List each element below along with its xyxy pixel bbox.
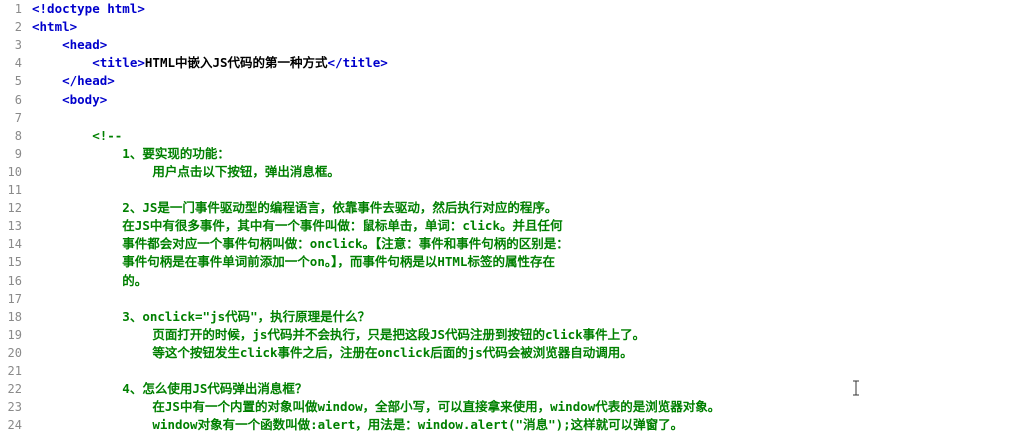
line-number: 19: [7, 327, 22, 342]
html-tag-token: </head>: [32, 73, 115, 89]
code-line[interactable]: 18 3、onclick="js代码"，执行原理是什么？: [0, 308, 1026, 326]
code-line[interactable]: 3 <head>: [0, 36, 1026, 54]
code-line[interactable]: 11: [0, 181, 1026, 199]
code-line[interactable]: 16 的。: [0, 272, 1026, 290]
code-text: </head>: [32, 72, 115, 90]
comment-token: 事件句柄是在事件单词前添加一个on。】，而事件句柄是以HTML标签的属性存在: [32, 254, 555, 270]
html-tag-token: <html>: [32, 19, 78, 35]
code-line[interactable]: 24 window对象有一个函数叫做:alert，用法是：window.aler…: [0, 416, 1026, 434]
comment-token: 3、onclick="js代码"，执行原理是什么？: [32, 308, 371, 324]
line-number: 14: [7, 237, 22, 252]
line-number: 20: [7, 345, 22, 360]
code-line[interactable]: 22 4、怎么使用JS代码弹出消息框？: [0, 380, 1026, 398]
code-line[interactable]: 2 <html>: [0, 18, 1026, 36]
code-line[interactable]: 7: [0, 109, 1026, 127]
line-number: 21: [7, 364, 22, 378]
line-number: 8: [14, 128, 22, 143]
code-line[interactable]: 21: [0, 362, 1026, 380]
line-number: 13: [7, 219, 22, 234]
line-number: 18: [7, 309, 22, 324]
code-text: window对象有一个函数叫做:alert，用法是：window.alert("…: [32, 416, 683, 434]
code-text: <html>: [32, 18, 77, 36]
code-text: <!doctype html>: [32, 0, 145, 18]
comment-token: 1、要实现的功能：: [32, 145, 230, 161]
code-line[interactable]: 20 等这个按钮发生click事件之后，注册在onclick后面的js代码会被浏…: [0, 344, 1026, 362]
html-tag-token: <!doctype html>: [32, 1, 145, 16]
line-number: 1: [14, 2, 22, 16]
code-line[interactable]: 17: [0, 290, 1026, 308]
line-number: 22: [7, 382, 22, 397]
comment-token: 在JS中有很多事件，其中有一个事件叫做：鼠标单击，单词：click。并且任何: [32, 218, 563, 234]
comment-token: window对象有一个函数叫做:alert，用法是：window.alert("…: [32, 417, 684, 433]
code-text: 事件都会对应一个事件句柄叫做：onclick。【注意：事件和事件句柄的区别是：: [32, 235, 569, 253]
code-text: 用户点击以下按钮，弹出消息框。: [32, 163, 340, 181]
text-cursor-icon: [853, 380, 859, 396]
code-line[interactable]: 19 页面打开的时候，js代码并不会执行，只是把这段JS代码注册到按钮的clic…: [0, 326, 1026, 344]
line-number: 15: [7, 255, 22, 270]
code-text: 在JS中有很多事件，其中有一个事件叫做：鼠标单击，单词：click。并且任何: [32, 217, 563, 235]
text-token: HTML中嵌入JS代码的第一种方式: [144, 55, 328, 71]
code-text: 页面打开的时候，js代码并不会执行，只是把这段JS代码注册到按钮的click事件…: [32, 326, 645, 344]
line-number: 10: [7, 164, 22, 179]
code-text: 的。: [32, 272, 147, 290]
comment-token: 等这个按钮发生click事件之后，注册在onclick后面的js代码会被浏览器自…: [32, 344, 633, 360]
code-line[interactable]: 4 <title>HTML中嵌入JS代码的第一种方式</title>: [0, 54, 1026, 72]
line-number: 3: [14, 38, 22, 53]
code-text: <!--: [32, 127, 122, 145]
html-tag-token: <title>: [32, 55, 145, 71]
line-number: 2: [14, 20, 22, 35]
code-text: 事件句柄是在事件单词前添加一个on。】，而事件句柄是以HTML标签的属性存在: [32, 253, 555, 271]
code-line[interactable]: 15 事件句柄是在事件单词前添加一个on。】，而事件句柄是以HTML标签的属性存…: [0, 253, 1026, 271]
html-tag-token: <body>: [32, 91, 108, 107]
comment-token: <!--: [32, 127, 123, 143]
code-line[interactable]: 5 </head>: [0, 72, 1026, 90]
code-line[interactable]: 13 在JS中有很多事件，其中有一个事件叫做：鼠标单击，单词：click。并且任…: [0, 217, 1026, 235]
code-line[interactable]: 9 1、要实现的功能：: [0, 145, 1026, 163]
code-text: <head>: [32, 36, 107, 54]
code-text: 4、怎么使用JS代码弹出消息框？: [32, 380, 307, 398]
code-line[interactable]: 23 在JS中有一个内置的对象叫做window，全部小写，可以直接拿来使用，wi…: [0, 398, 1026, 416]
comment-token: 4、怎么使用JS代码弹出消息框？: [32, 381, 308, 397]
code-text: 1、要实现的功能：: [32, 145, 230, 163]
line-number: 7: [14, 110, 22, 125]
code-line[interactable]: 8 <!--: [0, 127, 1026, 145]
comment-token: 页面打开的时候，js代码并不会执行，只是把这段JS代码注册到按钮的click事件…: [32, 326, 646, 342]
line-number: 6: [14, 92, 22, 107]
line-number: 17: [7, 291, 22, 306]
line-number: 11: [7, 183, 22, 197]
comment-token: 在JS中有一个内置的对象叫做window，全部小写，可以直接拿来使用，windo…: [32, 399, 721, 415]
line-number: 12: [7, 201, 22, 216]
code-line[interactable]: 12 2、JS是一门事件驱动型的编程语言，依靠事件去驱动，然后执行对应的程序。: [0, 199, 1026, 217]
line-number: 16: [7, 273, 22, 288]
line-number: 23: [7, 400, 22, 415]
line-number: 4: [14, 56, 22, 71]
comment-token: 2、JS是一门事件驱动型的编程语言，依靠事件去驱动，然后执行对应的程序。: [32, 200, 558, 216]
code-text: 3、onclick="js代码"，执行原理是什么？: [32, 308, 370, 326]
code-line[interactable]: 10 用户点击以下按钮，弹出消息框。: [0, 163, 1026, 181]
comment-token: 事件都会对应一个事件句柄叫做：onclick。【注意：事件和事件句柄的区别是：: [32, 236, 569, 252]
code-text: <body>: [32, 91, 107, 109]
html-tag-token: </title>: [327, 55, 388, 71]
line-number: 9: [14, 146, 22, 161]
code-line[interactable]: 14 事件都会对应一个事件句柄叫做：onclick。【注意：事件和事件句柄的区别…: [0, 235, 1026, 253]
line-number: 24: [7, 418, 22, 433]
code-text: 2、JS是一门事件驱动型的编程语言，依靠事件去驱动，然后执行对应的程序。: [32, 199, 557, 217]
code-text: 等这个按钮发生click事件之后，注册在onclick后面的js代码会被浏览器自…: [32, 344, 633, 362]
code-editor[interactable]: 1 <!doctype html> 2 <html> 3 <head> 4 <title>…: [0, 0, 1026, 445]
code-text: 在JS中有一个内置的对象叫做window，全部小写，可以直接拿来使用，windo…: [32, 398, 720, 416]
comment-token: 的。: [32, 272, 148, 288]
comment-token: 用户点击以下按钮，弹出消息框。: [32, 163, 340, 179]
code-text: <title>HTML中嵌入JS代码的第一种方式</title>: [32, 54, 388, 72]
html-tag-token: <head>: [32, 37, 108, 53]
code-line[interactable]: 1 <!doctype html>: [0, 0, 1026, 18]
code-line[interactable]: 6 <body>: [0, 91, 1026, 109]
line-number: 5: [14, 74, 22, 89]
